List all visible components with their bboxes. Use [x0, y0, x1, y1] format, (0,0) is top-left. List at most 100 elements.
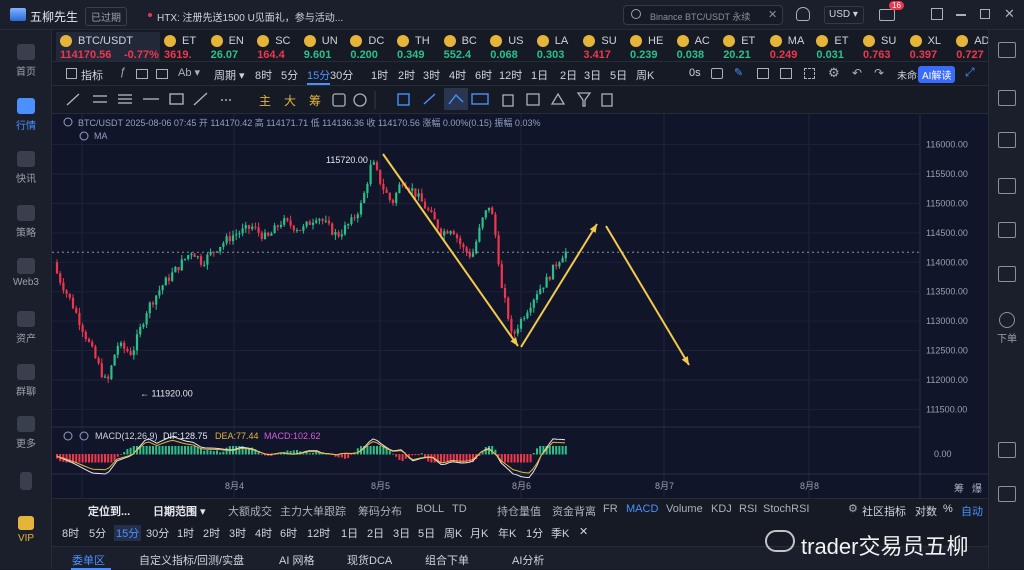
timeframe-4时[interactable]: 4时: [449, 67, 466, 83]
bottom-tf-14[interactable]: 周K: [444, 525, 462, 541]
date-range-dropdown[interactable]: 日期范围 ▾: [153, 503, 206, 519]
timeframe-2时[interactable]: 2时: [398, 67, 415, 83]
mail-icon[interactable]: [879, 9, 895, 21]
tab-2[interactable]: AI 网格: [279, 552, 314, 568]
indicator-icon[interactable]: [66, 68, 77, 79]
ticker-item[interactable]: ET 3619.: [160, 32, 207, 61]
bell-icon[interactable]: [796, 7, 810, 21]
bottom-tf-9[interactable]: 12时: [307, 525, 330, 541]
panel-icon[interactable]: [998, 442, 1016, 458]
bottom-tf-3[interactable]: 30分: [146, 525, 169, 541]
ticker-item[interactable]: ET 0.031: [812, 32, 859, 61]
nav-web3[interactable]: Web3: [0, 258, 52, 288]
chart-area[interactable]: 116000.00 115500.00 115000.00 114500.00 1140…: [52, 114, 988, 498]
ticker-item[interactable]: TH 0.349: [393, 32, 440, 61]
nav-market[interactable]: 行情: [0, 98, 52, 132]
nav-more[interactable]: 更多: [0, 416, 52, 450]
indicator-11[interactable]: RSI: [739, 503, 757, 515]
restore-icon[interactable]: [980, 9, 990, 19]
timeframe-3时[interactable]: 3时: [423, 67, 440, 83]
period-dropdown[interactable]: 周期 ▾: [214, 67, 245, 83]
main-chart-tool[interactable]: 主: [259, 92, 271, 109]
tab-4[interactable]: 组合下单: [425, 552, 469, 568]
indicator-9[interactable]: Volume: [666, 503, 703, 515]
corner-chip-label[interactable]: 筹: [954, 480, 964, 495]
copy-icon[interactable]: [998, 266, 1016, 282]
fullscreen-icon[interactable]: [998, 486, 1016, 502]
order-label[interactable]: 下单: [997, 330, 1017, 345]
indicator-8[interactable]: MACD: [626, 503, 658, 515]
minimize-icon[interactable]: [956, 14, 966, 16]
bottom-tf-15[interactable]: 月K: [470, 525, 488, 541]
close-icon[interactable]: ✕: [768, 8, 777, 21]
timeframe-8时[interactable]: 8时: [255, 67, 272, 83]
bottom-tf-4[interactable]: 1时: [177, 525, 194, 541]
ticker-item[interactable]: LA 0.303: [533, 32, 580, 61]
ticker-item[interactable]: HE 0.239: [626, 32, 673, 61]
ticker-item[interactable]: XL 0.397: [906, 32, 953, 61]
locate-button[interactable]: 定位到...: [88, 503, 130, 519]
compare-icon[interactable]: [156, 69, 168, 79]
tab-3[interactable]: 现货DCA: [347, 552, 392, 568]
bottom-tf-0[interactable]: 8时: [62, 525, 79, 541]
order-icon[interactable]: [999, 312, 1015, 328]
ticker-item[interactable]: MA 0.249: [766, 32, 813, 61]
bottom-tf-7[interactable]: 4时: [255, 525, 272, 541]
timeframe-30分[interactable]: 30分: [330, 67, 353, 83]
ticker-item[interactable]: BC 552.4: [440, 32, 487, 61]
undo-icon[interactable]: ↶: [852, 66, 862, 80]
ticker-item[interactable]: AC 0.038: [673, 32, 720, 61]
corner-liquidation-label[interactable]: 爆: [972, 480, 982, 495]
timeframe-6时[interactable]: 6时: [475, 67, 492, 83]
timeframe-1日[interactable]: 1日: [531, 67, 548, 83]
nav-assets[interactable]: 资产: [0, 311, 52, 345]
indicator-5[interactable]: 持仓量值: [497, 503, 541, 519]
timeframe-5分[interactable]: 5分: [281, 67, 298, 83]
nav-news[interactable]: 快讯: [0, 151, 52, 185]
close-icon[interactable]: ✕: [579, 525, 588, 538]
indicator-0[interactable]: 大额成交: [228, 503, 272, 519]
camera-icon[interactable]: [711, 68, 723, 79]
calendar-icon[interactable]: [998, 90, 1016, 106]
fx-icon[interactable]: ƒ: [120, 66, 126, 78]
layout-icon[interactable]: [998, 222, 1016, 238]
timeframe-3日[interactable]: 3日: [584, 67, 601, 83]
bottom-tf-16[interactable]: 年K: [498, 525, 516, 541]
tab-1[interactable]: 自定义指标/回测/实盘: [139, 552, 244, 568]
ticker-item[interactable]: DC 0.200: [346, 32, 393, 61]
ticker-item[interactable]: UN 9.601: [300, 32, 347, 61]
nav-strategy[interactable]: 策略: [0, 205, 52, 239]
ticker-item[interactable]: EN 26.07: [207, 32, 254, 61]
bottom-tf-17[interactable]: 1分: [526, 525, 543, 541]
ticker-item[interactable]: BTC/USDT 114170.56 -0.77%: [56, 32, 160, 61]
fullscreen-icon[interactable]: [804, 68, 815, 79]
timeframe-周K[interactable]: 周K: [636, 67, 654, 83]
bottom-tf-6[interactable]: 3时: [229, 525, 246, 541]
timeframe-2日[interactable]: 2日: [560, 67, 577, 83]
indicator-3[interactable]: BOLL: [416, 503, 444, 515]
document-icon[interactable]: [998, 132, 1016, 148]
timeframe-1时[interactable]: 1时: [371, 67, 388, 83]
macd-label[interactable]: MACD(12,26,9): [95, 431, 158, 441]
expand-icon[interactable]: [931, 8, 943, 20]
bottom-tf-13[interactable]: 5日: [418, 525, 435, 541]
list-icon[interactable]: [780, 68, 792, 79]
bottom-tf-11[interactable]: 2日: [367, 525, 384, 541]
indicator-1[interactable]: 主力大单跟踪: [280, 503, 346, 519]
community-indicators[interactable]: 社区指标: [862, 503, 906, 519]
search-input[interactable]: Binance BTC/USDT 永续 ✕: [623, 5, 783, 25]
close-window-icon[interactable]: ✕: [1004, 6, 1015, 22]
timeframe-12时[interactable]: 12时: [499, 67, 522, 83]
indicator-12[interactable]: StochRSI: [763, 503, 809, 515]
chip-dist-tool[interactable]: 筹: [309, 92, 321, 109]
font-icon[interactable]: Ab ▾: [178, 66, 200, 79]
trend-icon[interactable]: [998, 178, 1016, 194]
ticker-item[interactable]: SC 164.4: [253, 32, 300, 61]
indicator-10[interactable]: KDJ: [711, 503, 732, 515]
timeframe-5日[interactable]: 5日: [610, 67, 627, 83]
bottom-tf-8[interactable]: 6时: [280, 525, 297, 541]
log-scale-toggle[interactable]: 对数: [915, 503, 937, 519]
indicator-button[interactable]: 指标: [81, 67, 103, 83]
share-icon[interactable]: [757, 68, 769, 79]
list-icon[interactable]: [998, 42, 1016, 58]
